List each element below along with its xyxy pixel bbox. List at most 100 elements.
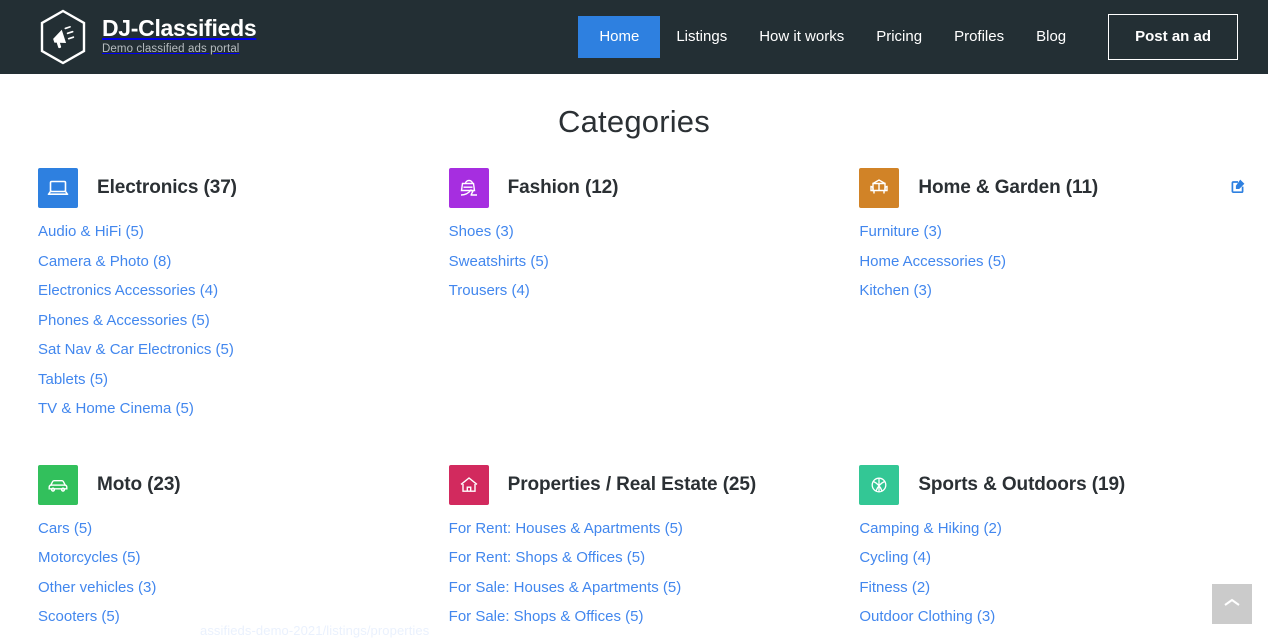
subcategory-link[interactable]: Cars (5) [38, 520, 92, 537]
subcategory-link[interactable]: Tablets (5) [38, 371, 108, 388]
category-home-and-garden: Home & Garden (11) Furniture (3) Home Ac… [859, 168, 1245, 429]
list-item: Kitchen (3) [859, 281, 1230, 301]
categories-grid: Electronics (37) Audio & HiFi (5) Camera… [0, 168, 1268, 637]
subcategory-link[interactable]: Motorcycles (5) [38, 549, 141, 566]
brand-logo-link[interactable]: DJ-Classifieds Demo classified ads porta… [38, 9, 257, 65]
category-title: Electronics (37) [97, 177, 237, 198]
list-item: Sat Nav & Car Electronics (5) [38, 340, 409, 360]
subcategory-link[interactable]: For Rent: Shops & Offices (5) [449, 549, 645, 566]
list-item: Furniture (3) [859, 222, 1230, 242]
category-title: Properties / Real Estate (25) [507, 473, 757, 495]
list-item: Outdoor Clothing (3) [859, 607, 1230, 627]
list-item: Other vehicles (3) [38, 578, 409, 598]
subcategory-list: Furniture (3) Home Accessories (5) Kitch… [859, 222, 1230, 301]
list-item: Shoes (3) [449, 222, 820, 242]
subcategory-link[interactable]: For Sale: Houses & Apartments (5) [449, 579, 682, 596]
list-item: TV & Home Cinema (5) [38, 399, 409, 419]
category-header[interactable]: Properties / Real Estate (25) [448, 464, 820, 505]
subcategory-link[interactable]: For Sale: Shops & Offices (5) [449, 608, 644, 625]
subcategory-link[interactable]: Sat Nav & Car Electronics (5) [38, 341, 234, 358]
list-item: Fitness (2) [859, 578, 1230, 598]
megaphone-hexagon-logo-icon [38, 9, 88, 65]
subcategory-link[interactable]: Sweatshirts (5) [449, 253, 549, 270]
subcategory-link[interactable]: Phones & Accessories (5) [38, 312, 210, 329]
subcategory-list: Audio & HiFi (5) Camera & Photo (8) Elec… [38, 222, 409, 419]
list-item: Camping & Hiking (2) [859, 519, 1230, 539]
category-title: Sports & Outdoors (19) [918, 473, 1126, 495]
nav-item-blog[interactable]: Blog [1020, 18, 1082, 56]
subcategory-link[interactable]: Fitness (2) [859, 579, 930, 596]
page: DJ-Classifieds Demo classified ads porta… [0, 0, 1268, 640]
subcategory-link[interactable]: Scooters (5) [38, 608, 120, 625]
subcategory-link[interactable]: Electronics Accessories (4) [38, 282, 218, 299]
category-properties-real-estate: Properties / Real Estate (25) For Rent: … [448, 464, 820, 637]
brand-subtitle: Demo classified ads portal [102, 42, 240, 55]
nav-item-listings[interactable]: Listings [660, 18, 743, 56]
list-item: Motorcycles (5) [38, 548, 409, 568]
basketball-icon [859, 464, 900, 505]
list-item: For Sale: Shops & Offices (5) [449, 607, 820, 627]
subcategory-link[interactable]: Shoes (3) [449, 223, 514, 240]
subcategory-link[interactable]: TV & Home Cinema (5) [38, 400, 194, 417]
category-electronics: Electronics (37) Audio & HiFi (5) Camera… [38, 168, 409, 429]
post-an-ad-button[interactable]: Post an ad [1108, 14, 1238, 60]
list-item: Trousers (4) [449, 281, 820, 301]
nav-item-pricing[interactable]: Pricing [860, 18, 938, 56]
category-title: Fashion (12) [507, 177, 619, 198]
category-header[interactable]: Sports & Outdoors (19) [859, 464, 1230, 505]
category-header[interactable]: Moto (23) [38, 464, 409, 505]
list-item: For Rent: Shops & Offices (5) [449, 548, 820, 568]
subcategory-link[interactable]: Furniture (3) [859, 223, 942, 240]
subcategory-link[interactable]: Audio & HiFi (5) [38, 223, 144, 240]
list-item: Sweatshirts (5) [449, 252, 820, 272]
list-item: Phones & Accessories (5) [38, 311, 409, 331]
list-item: Electronics Accessories (4) [38, 281, 409, 301]
site-header: DJ-Classifieds Demo classified ads porta… [0, 0, 1268, 74]
subcategory-list: Shoes (3) Sweatshirts (5) Trousers (4) [449, 222, 820, 301]
list-item: Camera & Photo (8) [38, 252, 409, 272]
subcategory-list: For Rent: Houses & Apartments (5) For Re… [449, 519, 820, 627]
subcategory-link[interactable]: Other vehicles (3) [38, 579, 156, 596]
edit-square-icon[interactable] [1230, 176, 1248, 194]
category-fashion: Fashion (12) Shoes (3) Sweatshirts (5) T… [448, 168, 820, 429]
armchair-icon [859, 168, 900, 208]
list-item: Cycling (4) [859, 548, 1230, 568]
nav-item-how-it-works[interactable]: How it works [743, 18, 860, 56]
list-item: Audio & HiFi (5) [38, 222, 409, 242]
subcategory-link[interactable]: Outdoor Clothing (3) [859, 608, 995, 625]
car-icon [38, 464, 78, 505]
nav-item-profiles[interactable]: Profiles [938, 18, 1020, 56]
subcategory-link[interactable]: Cycling (4) [859, 549, 931, 566]
category-sports-and-outdoors: Sports & Outdoors (19) Camping & Hiking … [859, 464, 1230, 637]
brand-text: DJ-Classifieds Demo classified ads porta… [102, 14, 257, 59]
chevron-up-icon [1223, 597, 1241, 612]
list-item: For Rent: Houses & Apartments (5) [449, 519, 820, 539]
category-header[interactable]: Electronics (37) [38, 168, 409, 208]
list-item: For Sale: Houses & Apartments (5) [449, 578, 820, 598]
category-header[interactable]: Fashion (12) [448, 168, 820, 208]
main-nav: Home Listings How it works Pricing Profi… [578, 14, 1238, 60]
status-bar-ghost-text: assifieds-demo-2021/listings/properties [200, 623, 430, 638]
subcategory-list: Cars (5) Motorcycles (5) Other vehicles … [38, 519, 409, 627]
subcategory-link[interactable]: Camping & Hiking (2) [859, 520, 1002, 537]
subcategory-link[interactable]: Camera & Photo (8) [38, 253, 171, 270]
brand-title: DJ-Classifieds [102, 14, 257, 41]
subcategory-link[interactable]: For Rent: Houses & Apartments (5) [449, 520, 683, 537]
list-item: Tablets (5) [38, 370, 409, 390]
subcategory-link[interactable]: Trousers (4) [449, 282, 530, 299]
category-moto: Moto (23) Cars (5) Motorcycles (5) Other… [38, 464, 409, 637]
scroll-to-top-button[interactable] [1212, 584, 1252, 624]
nav-item-home[interactable]: Home [578, 16, 661, 58]
house-icon [448, 464, 489, 505]
subcategory-link[interactable]: Kitchen (3) [859, 282, 932, 299]
category-title: Home & Garden (11) [918, 177, 1099, 198]
list-item: Cars (5) [38, 519, 409, 539]
laptop-icon [38, 168, 78, 208]
category-title: Moto (23) [97, 473, 181, 495]
category-header[interactable]: Home & Garden (11) [859, 168, 1230, 208]
page-title: Categories [558, 104, 710, 139]
list-item: Home Accessories (5) [859, 252, 1230, 272]
subcategory-list: Camping & Hiking (2) Cycling (4) Fitness… [859, 519, 1230, 627]
subcategory-link[interactable]: Home Accessories (5) [859, 253, 1006, 270]
handbag-heel-icon [448, 168, 489, 208]
